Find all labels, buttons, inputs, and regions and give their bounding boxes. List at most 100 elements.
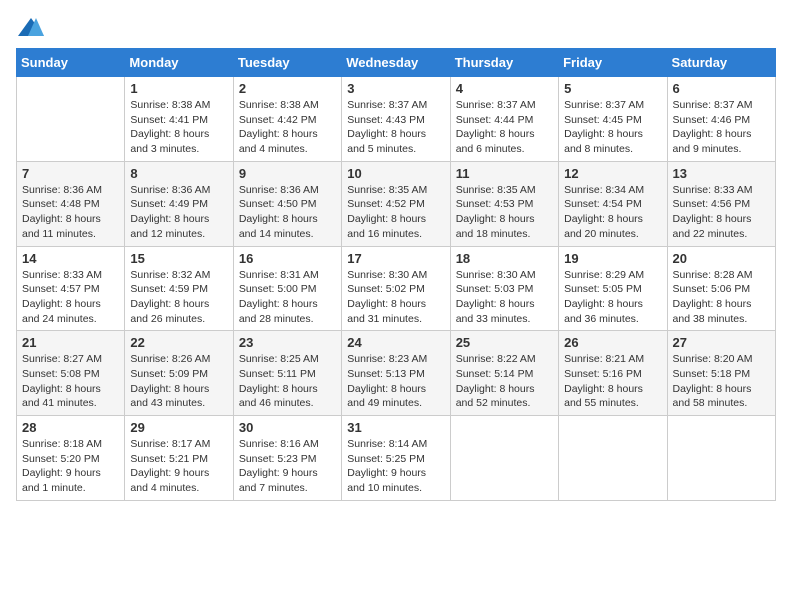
calendar-cell: 30Sunrise: 8:16 AM Sunset: 5:23 PM Dayli… [233, 416, 341, 501]
day-info: Sunrise: 8:20 AM Sunset: 5:18 PM Dayligh… [673, 352, 770, 411]
day-of-week-sunday: Sunday [17, 49, 125, 77]
day-info: Sunrise: 8:33 AM Sunset: 4:56 PM Dayligh… [673, 183, 770, 242]
day-of-week-wednesday: Wednesday [342, 49, 450, 77]
day-info: Sunrise: 8:16 AM Sunset: 5:23 PM Dayligh… [239, 437, 336, 496]
day-info: Sunrise: 8:36 AM Sunset: 4:50 PM Dayligh… [239, 183, 336, 242]
calendar-cell: 15 Sunrise: 8:32 AM Sunset: 4:59 PM Dayli… [125, 246, 233, 331]
logo-icon [16, 16, 46, 40]
calendar-cell: 25Sunrise: 8:22 AM Sunset: 5:14 PM Dayli… [450, 331, 558, 416]
calendar-cell [667, 416, 775, 501]
day-of-week-tuesday: Tuesday [233, 49, 341, 77]
day-number: 7 [22, 166, 119, 181]
week-row-4: 21 Sunrise: 8:27 AM Sunset: 5:08 PM Dayli… [17, 331, 776, 416]
day-info: Sunrise: 8:27 AM Sunset: 5:08 PM Dayligh… [22, 352, 119, 411]
day-number: 1 [130, 81, 227, 96]
week-row-5: 28Sunrise: 8:18 AM Sunset: 5:20 PM Dayli… [17, 416, 776, 501]
day-number: 14 [22, 251, 119, 266]
calendar-table: SundayMondayTuesdayWednesdayThursdayFrid… [16, 48, 776, 501]
day-of-week-friday: Friday [559, 49, 667, 77]
day-info: Sunrise: 8:34 AM Sunset: 4:54 PM Dayligh… [564, 183, 661, 242]
day-of-week-thursday: Thursday [450, 49, 558, 77]
day-number: 6 [673, 81, 770, 96]
day-number: 2 [239, 81, 336, 96]
calendar-cell: 14Sunrise: 8:33 AM Sunset: 4:57 PM Dayli… [17, 246, 125, 331]
day-info: Sunrise: 8:37 AM Sunset: 4:43 PM Dayligh… [347, 98, 444, 157]
calendar-cell: 27 Sunrise: 8:20 AM Sunset: 5:18 PM Dayli… [667, 331, 775, 416]
day-info: Sunrise: 8:23 AM Sunset: 5:13 PM Dayligh… [347, 352, 444, 411]
day-number: 12 [564, 166, 661, 181]
days-of-week-row: SundayMondayTuesdayWednesdayThursdayFrid… [17, 49, 776, 77]
day-info: Sunrise: 8:37 AM Sunset: 4:45 PM Dayligh… [564, 98, 661, 157]
calendar-cell: 20Sunrise: 8:28 AM Sunset: 5:06 PM Dayli… [667, 246, 775, 331]
day-info: Sunrise: 8:31 AM Sunset: 5:00 PM Dayligh… [239, 268, 336, 327]
calendar-cell: 31Sunrise: 8:14 AM Sunset: 5:25 PM Dayli… [342, 416, 450, 501]
day-info: Sunrise: 8:36 AM Sunset: 4:48 PM Dayligh… [22, 183, 119, 242]
day-info: Sunrise: 8:29 AM Sunset: 5:05 PM Dayligh… [564, 268, 661, 327]
calendar-cell: 21 Sunrise: 8:27 AM Sunset: 5:08 PM Dayli… [17, 331, 125, 416]
day-info: Sunrise: 8:26 AM Sunset: 5:09 PM Dayligh… [130, 352, 227, 411]
day-number: 8 [130, 166, 227, 181]
calendar-cell: 18 Sunrise: 8:30 AM Sunset: 5:03 PM Dayli… [450, 246, 558, 331]
calendar-cell [559, 416, 667, 501]
calendar-cell: 28Sunrise: 8:18 AM Sunset: 5:20 PM Dayli… [17, 416, 125, 501]
calendar-cell: 8 Sunrise: 8:36 AM Sunset: 4:49 PM Daylig… [125, 161, 233, 246]
calendar-cell: 6 Sunrise: 8:37 AM Sunset: 4:46 PM Daylig… [667, 77, 775, 162]
calendar-cell [17, 77, 125, 162]
day-info: Sunrise: 8:32 AM Sunset: 4:59 PM Dayligh… [130, 268, 227, 327]
calendar-cell: 26Sunrise: 8:21 AM Sunset: 5:16 PM Dayli… [559, 331, 667, 416]
day-of-week-saturday: Saturday [667, 49, 775, 77]
day-info: Sunrise: 8:37 AM Sunset: 4:44 PM Dayligh… [456, 98, 553, 157]
day-number: 3 [347, 81, 444, 96]
calendar-cell: 5 Sunrise: 8:37 AM Sunset: 4:45 PM Daylig… [559, 77, 667, 162]
day-number: 5 [564, 81, 661, 96]
day-number: 15 [130, 251, 227, 266]
calendar-cell: 16 Sunrise: 8:31 AM Sunset: 5:00 PM Dayli… [233, 246, 341, 331]
day-number: 27 [673, 335, 770, 350]
calendar-cell: 10 Sunrise: 8:35 AM Sunset: 4:52 PM Dayli… [342, 161, 450, 246]
day-info: Sunrise: 8:17 AM Sunset: 5:21 PM Dayligh… [130, 437, 227, 496]
day-number: 4 [456, 81, 553, 96]
calendar-cell: 22 Sunrise: 8:26 AM Sunset: 5:09 PM Dayli… [125, 331, 233, 416]
day-info: Sunrise: 8:38 AM Sunset: 4:41 PM Dayligh… [130, 98, 227, 157]
calendar-cell: 12 Sunrise: 8:34 AM Sunset: 4:54 PM Dayli… [559, 161, 667, 246]
week-row-1: 1 Sunrise: 8:38 AM Sunset: 4:41 PM Daylig… [17, 77, 776, 162]
day-number: 29 [130, 420, 227, 435]
day-info: Sunrise: 8:38 AM Sunset: 4:42 PM Dayligh… [239, 98, 336, 157]
day-number: 26 [564, 335, 661, 350]
calendar-header: SundayMondayTuesdayWednesdayThursdayFrid… [17, 49, 776, 77]
day-number: 31 [347, 420, 444, 435]
day-number: 16 [239, 251, 336, 266]
day-info: Sunrise: 8:35 AM Sunset: 4:53 PM Dayligh… [456, 183, 553, 242]
day-info: Sunrise: 8:18 AM Sunset: 5:20 PM Dayligh… [22, 437, 119, 496]
day-info: Sunrise: 8:30 AM Sunset: 5:03 PM Dayligh… [456, 268, 553, 327]
day-number: 17 [347, 251, 444, 266]
day-info: Sunrise: 8:30 AM Sunset: 5:02 PM Dayligh… [347, 268, 444, 327]
calendar-cell: 19 Sunrise: 8:29 AM Sunset: 5:05 PM Dayli… [559, 246, 667, 331]
day-number: 19 [564, 251, 661, 266]
day-number: 21 [22, 335, 119, 350]
day-number: 11 [456, 166, 553, 181]
calendar-cell: 24Sunrise: 8:23 AM Sunset: 5:13 PM Dayli… [342, 331, 450, 416]
calendar-cell: 4 Sunrise: 8:37 AM Sunset: 4:44 PM Daylig… [450, 77, 558, 162]
logo [16, 16, 50, 40]
calendar-cell: 17 Sunrise: 8:30 AM Sunset: 5:02 PM Dayli… [342, 246, 450, 331]
calendar-cell: 1 Sunrise: 8:38 AM Sunset: 4:41 PM Daylig… [125, 77, 233, 162]
day-number: 20 [673, 251, 770, 266]
calendar-cell: 11 Sunrise: 8:35 AM Sunset: 4:53 PM Dayli… [450, 161, 558, 246]
calendar-body: 1 Sunrise: 8:38 AM Sunset: 4:41 PM Daylig… [17, 77, 776, 501]
calendar-cell: 9 Sunrise: 8:36 AM Sunset: 4:50 PM Daylig… [233, 161, 341, 246]
day-info: Sunrise: 8:37 AM Sunset: 4:46 PM Dayligh… [673, 98, 770, 157]
calendar-cell: 3 Sunrise: 8:37 AM Sunset: 4:43 PM Daylig… [342, 77, 450, 162]
day-info: Sunrise: 8:35 AM Sunset: 4:52 PM Dayligh… [347, 183, 444, 242]
header [16, 16, 776, 40]
calendar-cell: 7 Sunrise: 8:36 AM Sunset: 4:48 PM Daylig… [17, 161, 125, 246]
day-number: 22 [130, 335, 227, 350]
day-number: 10 [347, 166, 444, 181]
week-row-2: 7 Sunrise: 8:36 AM Sunset: 4:48 PM Daylig… [17, 161, 776, 246]
day-number: 18 [456, 251, 553, 266]
day-number: 9 [239, 166, 336, 181]
day-number: 13 [673, 166, 770, 181]
week-row-3: 14Sunrise: 8:33 AM Sunset: 4:57 PM Dayli… [17, 246, 776, 331]
day-info: Sunrise: 8:36 AM Sunset: 4:49 PM Dayligh… [130, 183, 227, 242]
calendar-cell: 23Sunrise: 8:25 AM Sunset: 5:11 PM Dayli… [233, 331, 341, 416]
